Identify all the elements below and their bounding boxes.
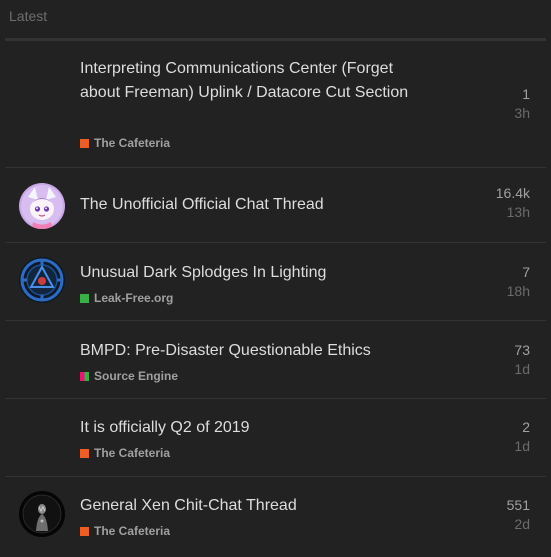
topic-row[interactable]: It is officially Q2 of 2019 The Cafeteri… — [5, 399, 546, 477]
category-label: The Cafeteria — [94, 136, 171, 150]
category-color-swatch — [80, 448, 89, 458]
topic-row[interactable]: Interpreting Communications Center (Forg… — [5, 41, 546, 168]
last-activity[interactable]: 1d — [514, 437, 530, 456]
topic-row[interactable]: Unusual Dark Splodges In Lighting Leak-F… — [5, 243, 546, 321]
last-activity[interactable]: 13h — [496, 203, 530, 222]
category-link[interactable]: The Cafeteria — [80, 524, 170, 538]
category-link[interactable]: The Cafeteria — [80, 446, 170, 460]
reply-count: 2 — [522, 419, 530, 435]
latest-header: Latest — [0, 0, 551, 34]
category-link[interactable]: The Cafeteria — [80, 136, 170, 150]
category-label: Source Engine — [94, 369, 179, 383]
topic-title-link[interactable]: General Xen Chit-Chat Thread — [80, 494, 420, 518]
last-activity[interactable]: 2d — [507, 515, 530, 534]
blue-emblem-avatar[interactable] — [19, 257, 65, 303]
category-label: Leak-Free.org — [94, 291, 174, 305]
topic-stats: 2 1d — [514, 418, 530, 456]
dark-figure-avatar[interactable] — [19, 491, 65, 537]
last-activity[interactable]: 18h — [507, 282, 530, 301]
topic-row[interactable]: The Unofficial Official Chat Thread 16.4… — [5, 168, 546, 243]
reply-count: 1 — [522, 86, 530, 102]
anime-character-avatar[interactable] — [19, 183, 65, 229]
topic-stats: 551 2d — [507, 496, 530, 534]
category-link[interactable]: Source Engine — [80, 369, 178, 383]
topic-row[interactable]: BMPD: Pre-Disaster Questionable Ethics S… — [5, 321, 546, 399]
topic-title-link[interactable]: The Unofficial Official Chat Thread — [80, 193, 420, 217]
reply-count: 7 — [522, 264, 530, 280]
category-color-swatch — [80, 293, 89, 303]
topic-stats: 7 18h — [507, 263, 530, 301]
topic-title-link[interactable]: Interpreting Communications Center (Forg… — [80, 57, 420, 105]
topic-title-link[interactable]: BMPD: Pre-Disaster Questionable Ethics — [80, 339, 420, 363]
topic-title-link[interactable]: Unusual Dark Splodges In Lighting — [80, 261, 420, 285]
category-label: The Cafeteria — [94, 446, 171, 460]
category-link[interactable]: Leak-Free.org — [80, 291, 173, 305]
reply-count: 73 — [514, 342, 530, 358]
last-activity[interactable]: 3h — [514, 104, 530, 123]
section-title: Latest — [9, 8, 48, 24]
category-label: The Cafeteria — [94, 524, 171, 538]
topic-stats: 1 3h — [514, 85, 530, 123]
reply-count: 551 — [506, 497, 530, 513]
category-color-swatch — [80, 371, 89, 381]
category-color-swatch — [80, 138, 89, 148]
topic-list: Interpreting Communications Center (Forg… — [5, 41, 546, 557]
topic-stats: 73 1d — [514, 341, 530, 379]
topic-row[interactable]: General Xen Chit-Chat Thread The Cafeter… — [5, 477, 546, 557]
topic-stats: 16.4k 13h — [496, 184, 530, 222]
reply-count: 16.4k — [495, 185, 530, 201]
category-color-swatch — [80, 526, 89, 536]
last-activity[interactable]: 1d — [514, 360, 530, 379]
topic-title-link[interactable]: It is officially Q2 of 2019 — [80, 416, 420, 440]
